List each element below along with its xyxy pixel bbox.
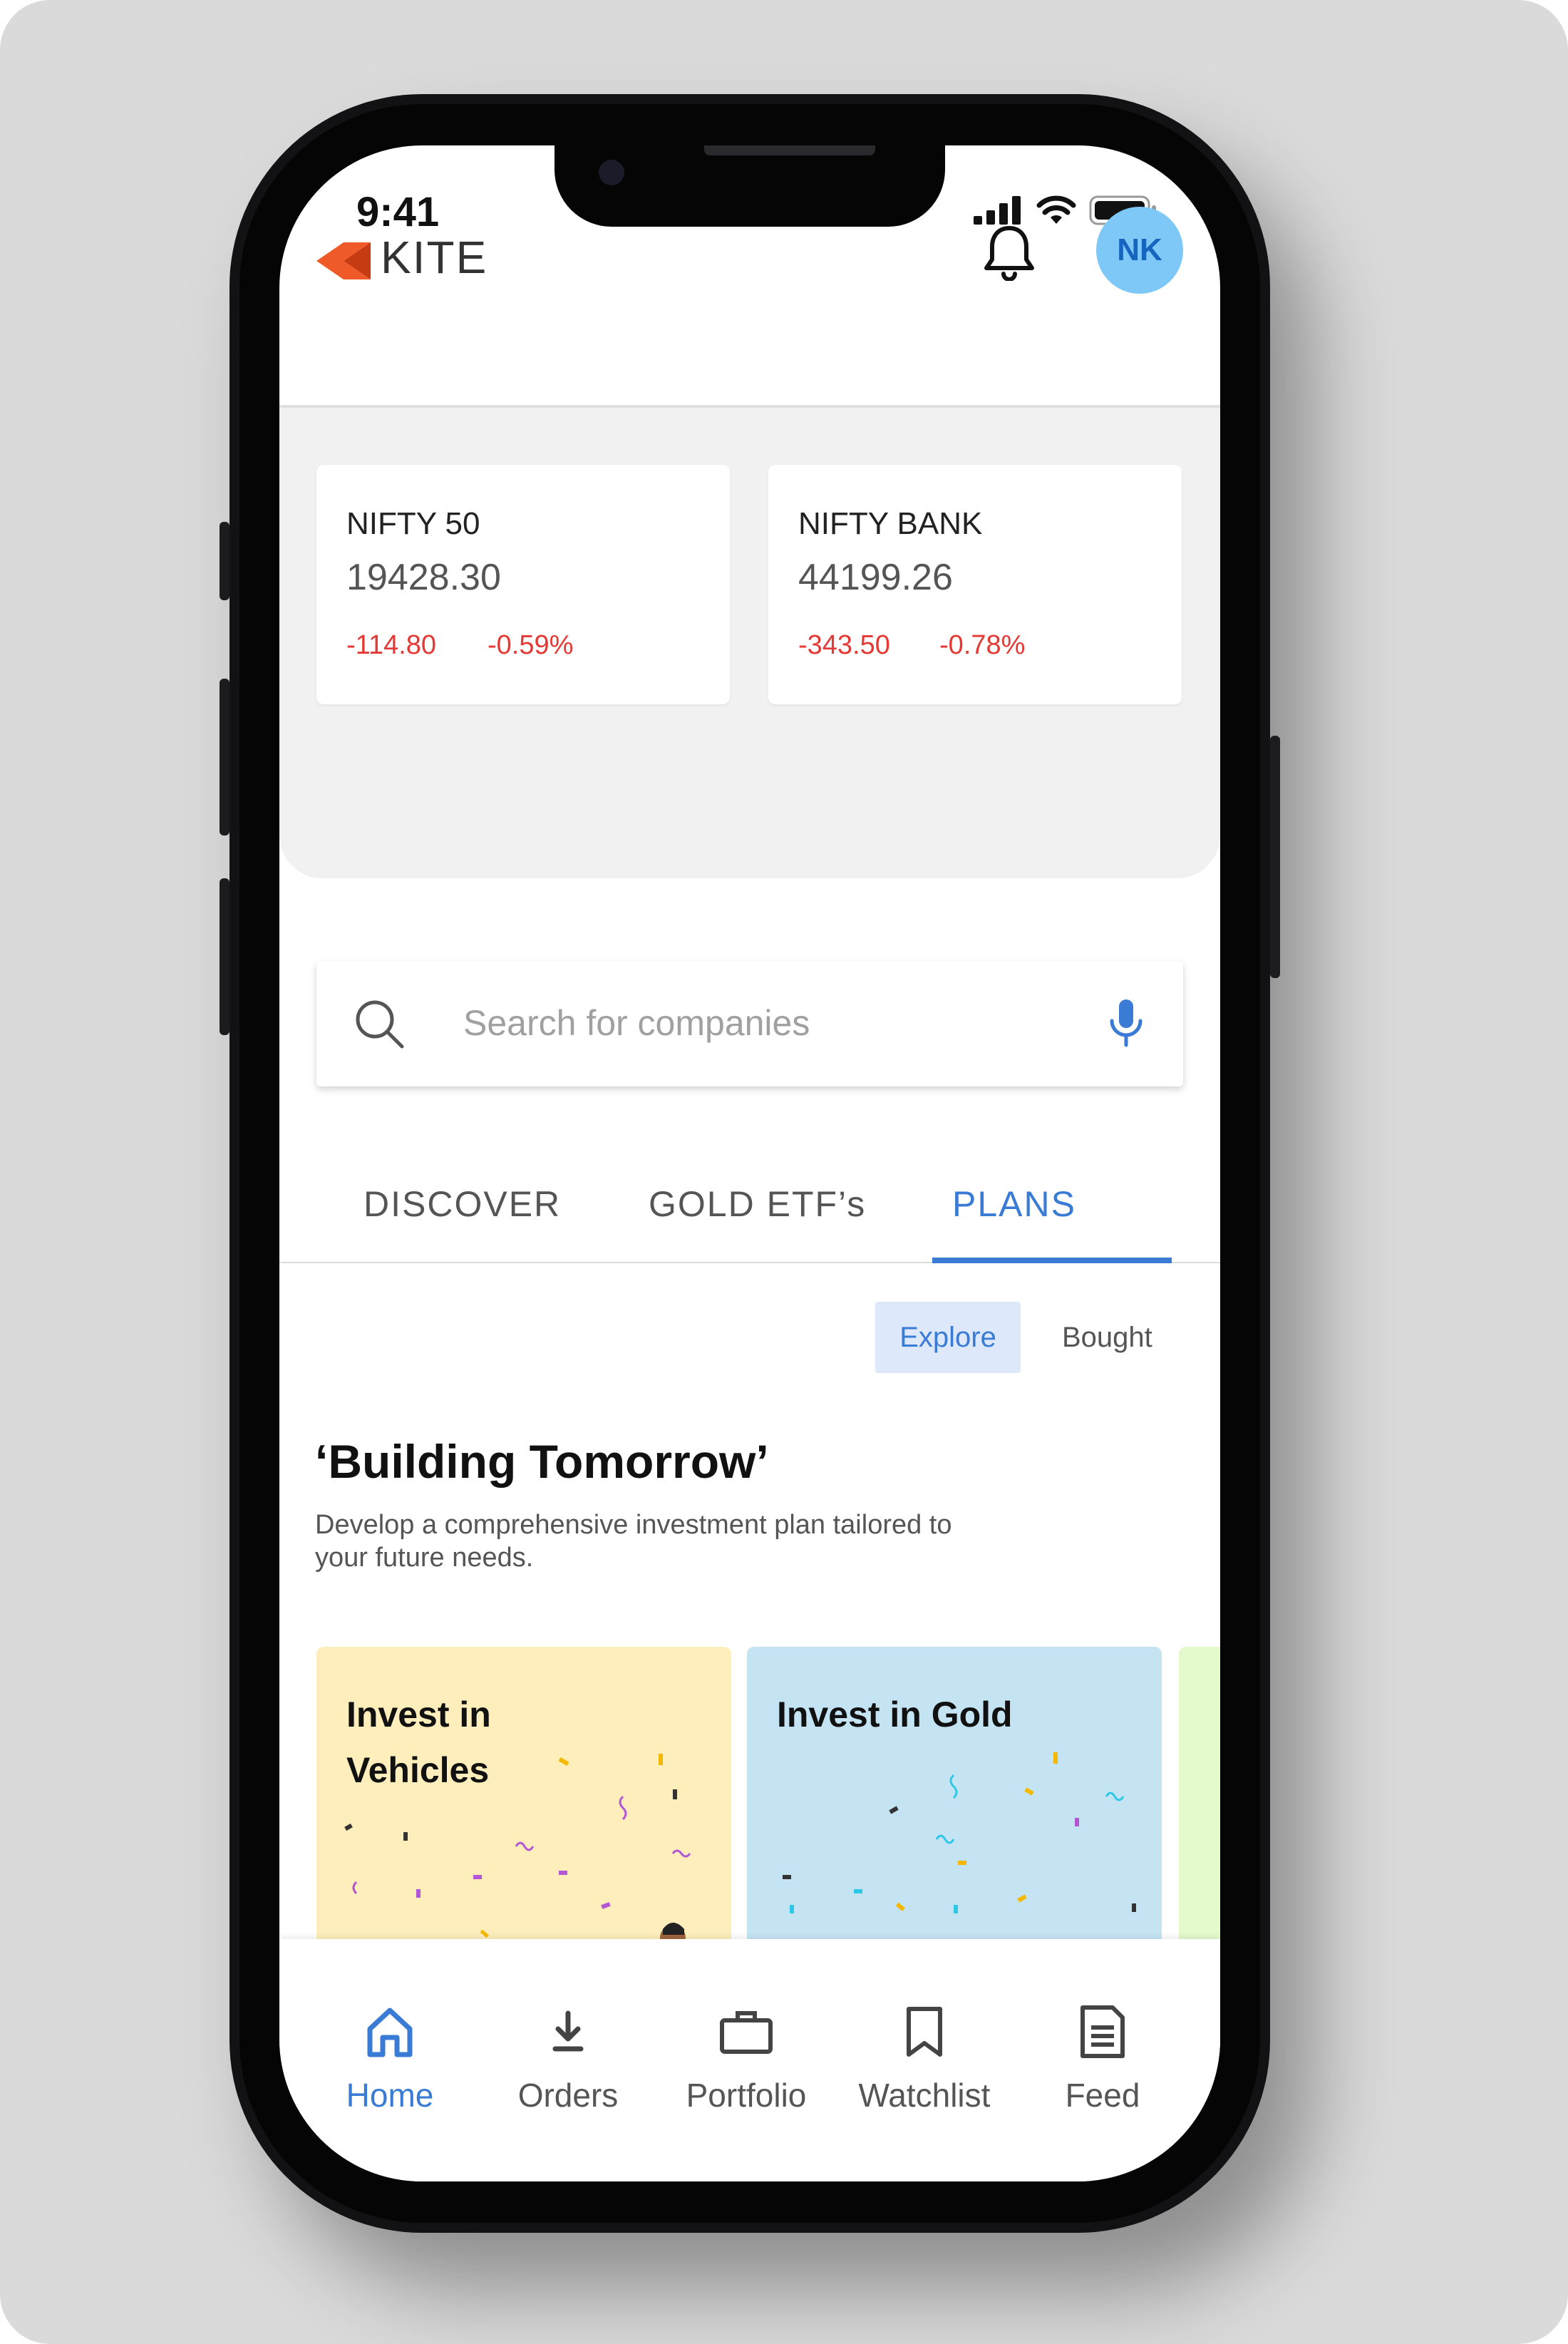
search-placeholder: Search for companies [463,1003,810,1043]
front-camera [599,160,624,185]
tab-bar: DISCOVER GOLD ETF’s PLANS [279,1158,1220,1262]
nav-label: Home [346,2077,434,2114]
section-title: ‘Building Tomorrow’ [315,1435,769,1488]
home-icon [367,2008,413,2057]
nav-feed[interactable]: Feed [1013,1939,1192,2153]
search-input[interactable]: Search for companies [316,961,1183,1086]
nav-watchlist[interactable]: Watchlist [835,1939,1013,2153]
index-card-niftybank[interactable]: NIFTY BANK 44199.26 -343.50 -0.78% [768,465,1182,704]
screen: 9:41 KITE NK NIFTY 50 19428.30 -114.80 -… [279,145,1220,2181]
avatar[interactable]: NK [1096,207,1183,294]
indices-panel: NIFTY 50 19428.30 -114.80 -0.59% NIFTY B… [279,408,1220,878]
nav-label: Watchlist [858,2077,991,2114]
explore-toggle[interactable]: Explore [875,1302,1021,1373]
signal-icon [974,196,1021,225]
index-card-nifty50[interactable]: NIFTY 50 19428.30 -114.80 -0.59% [316,465,730,704]
mute-switch [220,522,229,600]
index-change: -114.80 [346,630,437,660]
notification-bell-icon[interactable] [982,224,1036,281]
nav-orders[interactable]: Orders [479,1939,657,2153]
wifi-icon [1036,195,1076,224]
tab-plans[interactable]: PLANS [952,1183,1076,1225]
briefcase-icon [720,2011,773,2054]
app-header: KITE NK [279,207,1220,402]
nav-portfolio[interactable]: Portfolio [657,1939,835,2153]
index-change-pct: -0.78% [939,630,1026,660]
volume-up-button [220,679,229,836]
nav-label: Orders [517,2077,619,2114]
phone-frame: 9:41 KITE NK NIFTY 50 19428.30 -114.80 -… [220,94,1280,2233]
download-icon [552,2010,584,2052]
index-change-pct: -0.59% [488,630,574,660]
bought-toggle[interactable]: Bought [1062,1322,1152,1354]
bookmark-icon [907,2007,942,2057]
notch [555,145,945,227]
search-icon [356,1000,404,1049]
power-button [1270,736,1280,978]
nav-label: Feed [1065,2077,1140,2114]
nav-home[interactable]: Home [301,1939,479,2153]
nav-label: Portfolio [686,2077,807,2114]
speaker [704,145,875,155]
index-value: 19428.30 [346,557,501,598]
bottom-navigation: Home Orders Portfolio Watchlist Feed [279,1939,1220,2181]
app-logo-text: KITE [381,232,488,283]
tab-discover[interactable]: DISCOVER [363,1183,561,1225]
index-name: NIFTY BANK [798,506,983,541]
document-icon [1080,2005,1125,2058]
index-change: -343.50 [798,630,890,660]
volume-down-button [220,878,229,1035]
section-subtitle: Develop a comprehensive investment plan … [315,1510,952,1573]
kite-logo-icon [316,242,371,279]
status-time: 9:41 [356,189,440,235]
index-name: NIFTY 50 [346,506,480,541]
active-tab-indicator [932,1258,1172,1263]
index-value: 44199.26 [798,557,953,598]
microphone-icon[interactable] [1106,998,1146,1049]
tab-gold-etfs[interactable]: GOLD ETF’s [649,1183,866,1225]
